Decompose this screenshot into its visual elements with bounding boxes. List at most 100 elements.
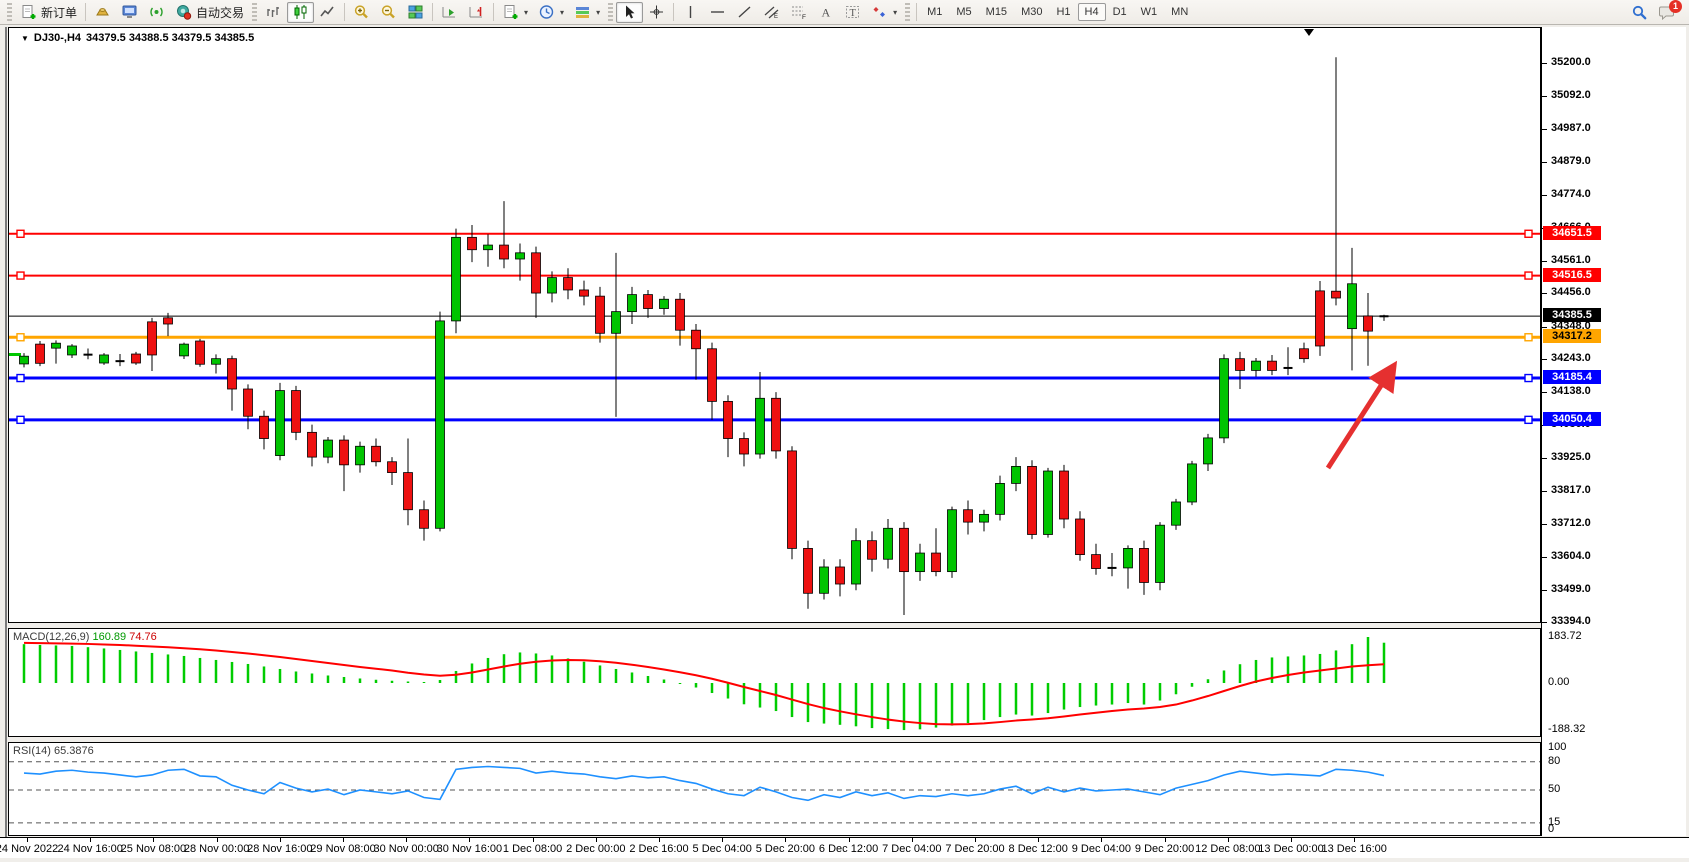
- main-chart-pane[interactable]: ▼ DJ30-,H4 34379.5 34388.5 34379.5 34385…: [8, 27, 1541, 623]
- timeframe-H1-button[interactable]: H1: [1049, 3, 1077, 21]
- price-tick-label: 33604.0: [1551, 550, 1591, 562]
- market-watch-button[interactable]: [89, 2, 116, 23]
- window-edge: [5, 27, 7, 857]
- time-tick-label: 5 Dec 20:00: [756, 843, 815, 855]
- zoom-in-button[interactable]: [348, 2, 375, 23]
- timeframe-H4-button[interactable]: H4: [1078, 3, 1106, 21]
- crosshair-icon: [648, 4, 665, 20]
- trendline-button[interactable]: [731, 2, 758, 23]
- rsi-axis-label: 50: [1548, 783, 1560, 795]
- templates-button[interactable]: ▾: [569, 2, 605, 23]
- timeframe-D1-button[interactable]: D1: [1106, 3, 1134, 21]
- periods-button[interactable]: ▾: [533, 2, 569, 23]
- rsi-axis-label: 100: [1548, 741, 1566, 753]
- toolbar: 新订单自动交易▾▾▾EFAT▾M1M5M15M30H1H4D1W1MN 1: [0, 0, 1689, 25]
- time-tick-label: 8 Dec 12:00: [1009, 843, 1068, 855]
- time-tick-label: 25 Nov 08:00: [121, 843, 186, 855]
- svg-text:F: F: [802, 14, 806, 20]
- rsi-axis-label: 0: [1548, 823, 1554, 835]
- crosshair-button[interactable]: [643, 2, 670, 23]
- horizontal-line-button[interactable]: [704, 2, 731, 23]
- price-level-tag: 34050.4: [1543, 412, 1601, 426]
- tile-windows-button[interactable]: [402, 2, 429, 23]
- new-order-icon: [20, 4, 37, 20]
- price-tick-label: 34879.0: [1551, 155, 1591, 167]
- time-tick-label: 12 Dec 08:00: [1195, 843, 1260, 855]
- toolbar-right: 1: [1631, 4, 1685, 20]
- toolbar-grip[interactable]: [7, 3, 12, 21]
- zoom-out-button[interactable]: [375, 2, 402, 23]
- price-tick-label: 34138.0: [1551, 385, 1591, 397]
- toolbar-grip[interactable]: [905, 3, 910, 21]
- chart-shift-button[interactable]: [463, 2, 490, 23]
- price-tick-label: 34561.0: [1551, 254, 1591, 266]
- timeframe-M5-button[interactable]: M5: [949, 3, 978, 21]
- arrows-button[interactable]: ▾: [866, 2, 902, 23]
- line-chart-button[interactable]: [314, 2, 341, 23]
- fibonacci-button[interactable]: F: [785, 2, 812, 23]
- timeframe-MN-button[interactable]: MN: [1164, 3, 1195, 21]
- new-chart-button[interactable]: ▾: [497, 2, 533, 23]
- time-tick-label: 28 Nov 00:00: [184, 843, 249, 855]
- macd-axis-label: -188.32: [1548, 723, 1585, 735]
- ohlc-values: 34379.5 34388.5 34379.5 34385.5: [86, 32, 254, 44]
- chart-shift-icon: [468, 4, 485, 20]
- time-tick-label: 29 Nov 08:00: [310, 843, 375, 855]
- caret-down-icon: ▾: [560, 8, 564, 17]
- time-tick-label: 6 Dec 12:00: [819, 843, 878, 855]
- new-order-button[interactable]: 新订单: [15, 2, 82, 23]
- toolbar-grip[interactable]: [608, 3, 613, 21]
- price-level-tag: 34185.4: [1543, 370, 1601, 384]
- market-watch-icon: [94, 4, 111, 20]
- candle-chart-button[interactable]: [287, 2, 314, 23]
- signals-icon: [148, 4, 165, 20]
- price-tick-label: 33394.0: [1551, 615, 1591, 627]
- chart-shift-marker[interactable]: [1304, 29, 1314, 36]
- time-tick-label: 24 Nov 2022: [0, 843, 58, 855]
- terminal-button[interactable]: [116, 2, 143, 23]
- macd-axis-label: 183.72: [1548, 630, 1582, 642]
- price-level-tag: 34385.5: [1543, 308, 1601, 322]
- vertical-line-button[interactable]: [677, 2, 704, 23]
- time-tick-label: 13 Dec 16:00: [1321, 843, 1386, 855]
- macd-value: 160.89: [92, 631, 126, 643]
- price-level-tag: 34317.2: [1543, 329, 1601, 343]
- timeframe-M15-button[interactable]: M15: [979, 3, 1014, 21]
- text-icon: A: [817, 4, 834, 20]
- signals-button[interactable]: [143, 2, 170, 23]
- time-tick-label: 30 Nov 16:00: [437, 843, 502, 855]
- toolbar-separator: [344, 3, 345, 21]
- equidistant-channel-button[interactable]: E: [758, 2, 785, 23]
- zoom-in-icon: [353, 4, 370, 20]
- macd-pane[interactable]: MACD(12,26,9) 160.89 74.76: [8, 628, 1541, 737]
- cursor-button[interactable]: [616, 2, 643, 23]
- one-click-trading-caret[interactable]: ▼: [21, 34, 29, 43]
- timeframe-M1-button[interactable]: M1: [920, 3, 949, 21]
- text-button[interactable]: A: [812, 2, 839, 23]
- search-icon[interactable]: [1631, 4, 1648, 20]
- price-tick-label: 33817.0: [1551, 484, 1591, 496]
- time-tick-label: 2 Dec 00:00: [566, 843, 625, 855]
- timeframe-M30-button[interactable]: M30: [1014, 3, 1049, 21]
- trend-arrow-annotation: [1328, 367, 1393, 468]
- time-tick-label: 7 Dec 20:00: [945, 843, 1004, 855]
- timeframe-W1-button[interactable]: W1: [1134, 3, 1165, 21]
- toolbar-separator: [673, 3, 674, 21]
- auto-scroll-button[interactable]: [436, 2, 463, 23]
- vertical-line-icon: [682, 4, 699, 20]
- rsi-pane[interactable]: RSI(14) 65.3876: [8, 742, 1541, 836]
- text-label-button[interactable]: T: [839, 2, 866, 23]
- time-tick-label: 13 Dec 00:00: [1258, 843, 1323, 855]
- autotrading-button[interactable]: 自动交易: [170, 2, 249, 23]
- bar-chart-icon: [265, 4, 282, 20]
- horizontal-line-icon: [709, 4, 726, 20]
- bar-chart-button[interactable]: [260, 2, 287, 23]
- autotrading-icon: [175, 4, 192, 20]
- notifications-icon[interactable]: 1: [1658, 4, 1675, 20]
- auto-scroll-icon: [441, 4, 458, 20]
- time-axis[interactable]: 24 Nov 202224 Nov 16:0025 Nov 08:0028 No…: [0, 837, 1689, 858]
- price-axis[interactable]: 35200.035092.034987.034879.034774.034666…: [1541, 27, 1686, 836]
- price-tick-label: 33925.0: [1551, 451, 1591, 463]
- time-tick-label: 9 Dec 20:00: [1135, 843, 1194, 855]
- toolbar-grip[interactable]: [252, 3, 257, 21]
